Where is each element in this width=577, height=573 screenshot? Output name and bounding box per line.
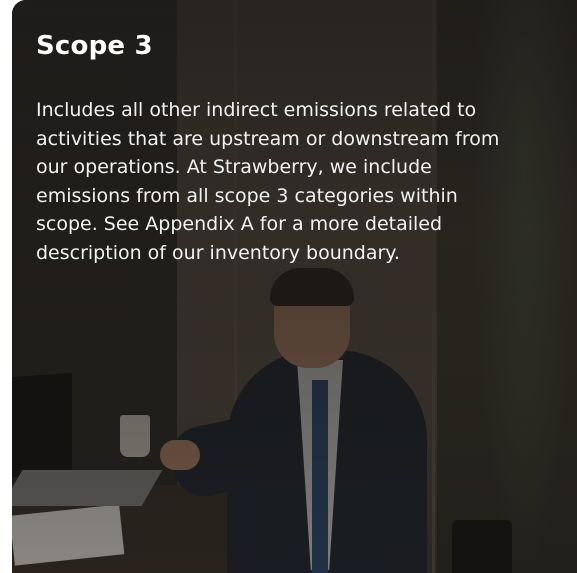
card-content: Scope 3 Includes all other indirect emis…: [36, 28, 506, 267]
card-description: Includes all other indirect emissions re…: [36, 99, 500, 264]
scope-3-card: Scope 3 Includes all other indirect emis…: [12, 0, 577, 573]
card-title: Scope 3: [36, 31, 153, 61]
